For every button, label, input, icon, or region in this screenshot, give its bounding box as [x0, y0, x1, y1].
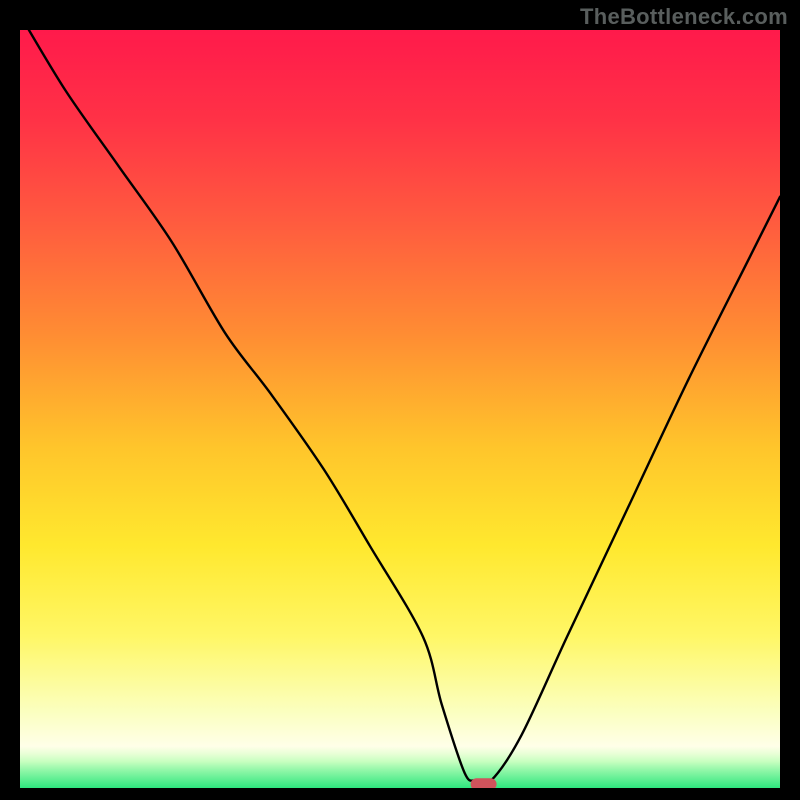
- optimal-marker: [471, 778, 497, 788]
- plot-area: [20, 30, 780, 788]
- plot-svg: [20, 30, 780, 788]
- chart-frame: TheBottleneck.com: [0, 0, 800, 800]
- watermark-text: TheBottleneck.com: [580, 4, 788, 30]
- gradient-background: [20, 30, 780, 788]
